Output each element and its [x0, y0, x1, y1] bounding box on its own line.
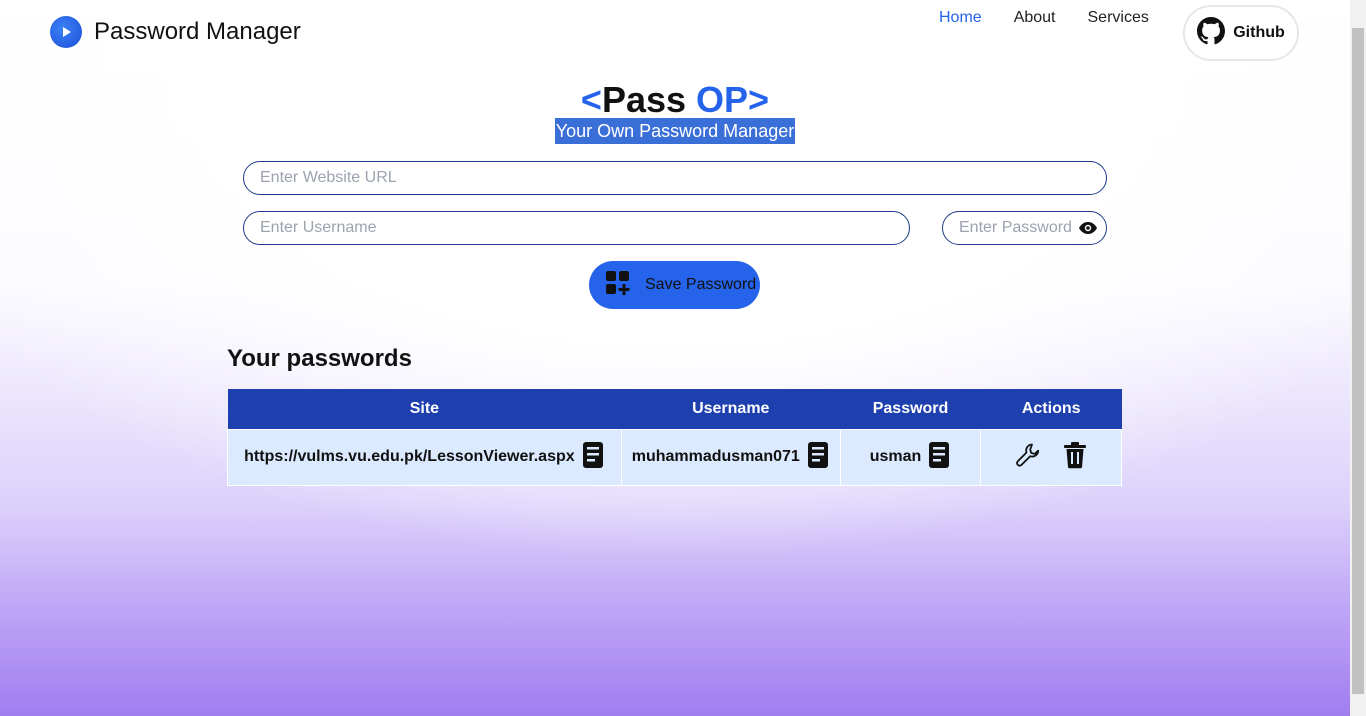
brand-logo[interactable]: Password Manager [50, 16, 301, 48]
brand-gt: > [748, 79, 770, 120]
header-username: Username [621, 389, 841, 429]
add-grid-icon [605, 270, 631, 301]
header-site: Site [227, 389, 622, 429]
password-cell: usman [839, 428, 982, 486]
copy-icon[interactable] [581, 441, 605, 474]
play-circle-icon [50, 16, 82, 48]
app-title: Password Manager [94, 18, 301, 45]
navbar: Password Manager Home About Services Git… [0, 0, 1350, 66]
password-placeholder: Enter Password [959, 219, 1072, 236]
website-url-placeholder: Enter Website URL [260, 169, 397, 186]
header-actions: Actions [980, 389, 1122, 429]
main-content: <Pass OP> Your Own Password Manager Ente… [0, 0, 1350, 716]
password-input[interactable]: Enter Password [942, 211, 1107, 245]
brand-op: OP [696, 79, 749, 120]
username-input[interactable]: Enter Username [243, 211, 910, 245]
brand-pass: Pass [601, 79, 687, 120]
username-cell: muhammadusman071 [620, 428, 841, 486]
github-icon [1197, 16, 1226, 50]
copy-icon[interactable] [806, 441, 830, 474]
nav-link-services[interactable]: Services [1088, 9, 1149, 27]
brand-heading: <Pass OP> [0, 78, 1350, 122]
header-password: Password [840, 389, 981, 429]
nav-menu: Home About Services [939, 9, 1181, 27]
passwords-table: Site Username Password Actions https://v… [227, 389, 1122, 486]
nav-link-home[interactable]: Home [939, 9, 982, 27]
tagline-wrap: Your Own Password Manager [0, 118, 1350, 144]
copy-icon[interactable] [927, 441, 951, 474]
passwords-section-title: Your passwords [227, 345, 412, 372]
save-password-label: Save Password [645, 276, 757, 293]
scrollbar-thumb[interactable] [1352, 28, 1364, 694]
username-value: muhammadusman071 [631, 448, 800, 465]
password-value: usman [869, 448, 922, 465]
save-password-button[interactable]: Save Password [589, 261, 760, 309]
github-button[interactable]: Github [1183, 5, 1299, 61]
nav-link-about[interactable]: About [1014, 9, 1056, 27]
site-cell: https://vulms.vu.edu.pk/LessonViewer.asp… [227, 428, 622, 486]
actions-cell [980, 428, 1122, 486]
eye-icon[interactable] [1078, 220, 1098, 241]
github-label: Github [1233, 24, 1285, 41]
username-placeholder: Enter Username [260, 219, 377, 236]
table-row: https://vulms.vu.edu.pk/LessonViewer.asp… [227, 428, 1122, 486]
table-header-row: Site Username Password Actions [227, 389, 1122, 429]
vertical-scrollbar[interactable] [1350, 0, 1366, 716]
wrench-icon[interactable] [1015, 442, 1041, 473]
tagline: Your Own Password Manager [554, 118, 796, 144]
website-url-input[interactable]: Enter Website URL [243, 161, 1107, 195]
trash-icon[interactable] [1063, 441, 1087, 474]
brand-lt: < [580, 79, 602, 120]
site-value: https://vulms.vu.edu.pk/LessonViewer.asp… [244, 448, 575, 465]
